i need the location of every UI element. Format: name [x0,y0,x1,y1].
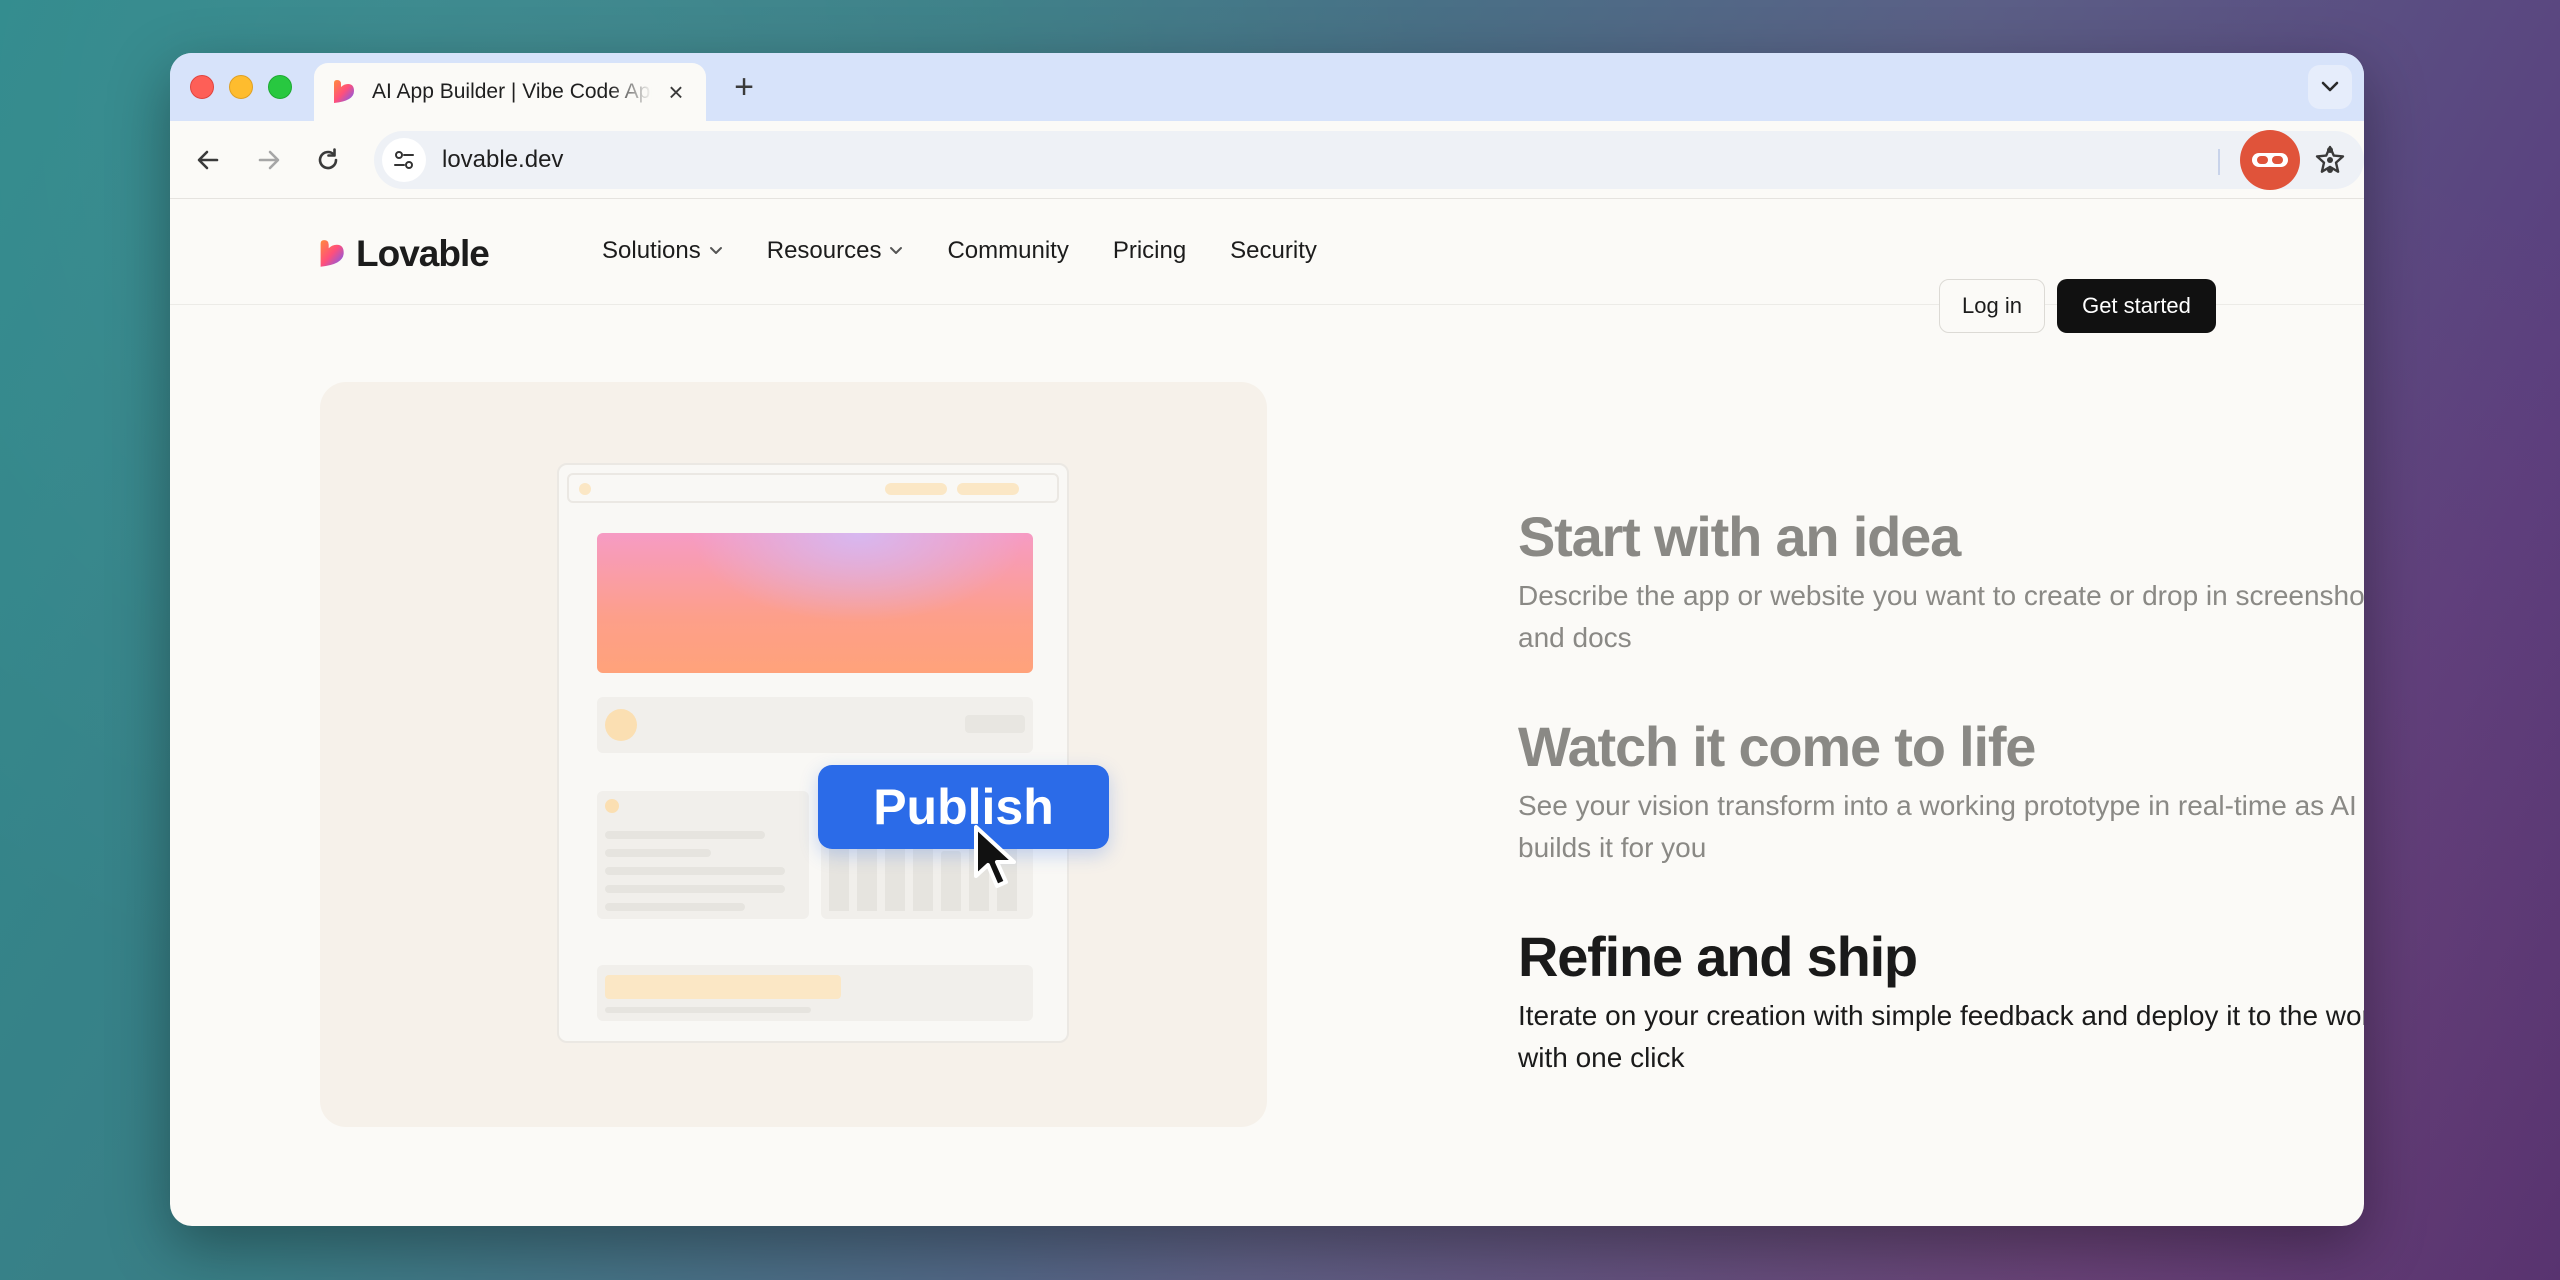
new-tab-icon[interactable]: + [726,68,762,106]
site-info-button[interactable] [382,138,426,182]
nav-item-community[interactable]: Community [947,237,1068,265]
step-item[interactable]: Watch it come to life See your vision tr… [1518,711,2364,869]
nav-item-solutions[interactable]: Solutions [602,237,723,265]
nav-label: Pricing [1112,237,1187,264]
mockup-line [605,903,745,911]
step-item[interactable]: Start with an idea Describe the app or w… [1518,501,2364,659]
maximize-window-button[interactable] [268,75,292,99]
mockup-dot [605,799,619,813]
mockup-footer [597,965,1033,1021]
step-item-active[interactable]: Refine and ship Iterate on your creation… [1518,921,2364,1079]
arrow-left-icon [197,150,219,170]
tab-search-button[interactable] [2308,65,2352,109]
tab-strip: AI App Builder | Vibe Code Apps × + [170,53,2364,121]
tab-title: AI App Builder | Vibe Code Apps [372,80,652,103]
nav-item-pricing[interactable]: Pricing [1113,237,1186,265]
browser-menu-button[interactable] [2310,138,2350,182]
mockup-line [605,849,711,857]
close-window-button[interactable] [190,75,214,99]
toolbar-divider [2218,149,2220,175]
mockup-line [605,831,765,839]
mockup-pill [605,975,841,999]
mockup-row [597,697,1033,753]
nav-item-security[interactable]: Security [1230,237,1317,265]
get-started-button[interactable]: Get started [2057,279,2216,333]
forward-button[interactable] [247,138,291,182]
back-button[interactable] [186,138,230,182]
browser-window: AI App Builder | Vibe Code Apps × + lova… [170,53,2364,1226]
lovable-logo-icon [320,240,344,267]
chevron-down-icon [709,247,722,254]
tune-icon [394,151,414,169]
profile-avatar[interactable] [2240,130,2300,190]
steps-list: Start with an idea Describe the app or w… [1518,501,2364,1131]
main-nav: Solutions Resources Community Pricing Se… [602,231,1361,271]
chevron-down-icon [2321,81,2339,92]
mockup-pill [885,483,947,495]
step-title: Refine and ship [1518,925,1918,988]
reload-icon [318,148,338,170]
mockup-pill [957,483,1019,495]
close-tab-icon[interactable]: × [662,77,690,107]
site-logo[interactable]: Lovable [316,233,490,275]
lovable-favicon-icon [334,80,354,103]
step-title: Start with an idea [1518,505,1961,568]
mockup-text-card [597,791,809,919]
brand-name: Lovable [356,233,490,274]
mockup-top-bar [567,473,1059,503]
login-button[interactable]: Log in [1939,279,2045,333]
minimize-window-button[interactable] [229,75,253,99]
mockup-hero-gradient [597,533,1033,673]
mockup-dot [579,483,591,495]
step-body: Iterate on your creation with simple fee… [1518,1000,2364,1073]
browser-toolbar: lovable.dev [170,121,2364,199]
mockup-avatar [605,709,637,741]
nav-label: Resources [766,237,882,264]
mouse-pointer-icon [974,825,1016,888]
mockup-line [605,885,785,893]
reload-button[interactable] [306,138,350,182]
nav-item-resources[interactable]: Resources [767,237,904,265]
step-body: See your vision transform into a working… [1518,790,2357,863]
url-text: lovable.dev [442,146,564,173]
step-body: Describe the app or website you want to … [1518,580,2364,653]
chevron-down-icon [890,247,903,254]
app-mockup [557,463,1069,1043]
browser-tab[interactable]: AI App Builder | Vibe Code Apps × [314,63,706,121]
more-vertical-icon [2327,147,2333,173]
nav-label: Solutions [602,237,701,264]
address-bar[interactable]: lovable.dev [374,131,2364,189]
mockup-pill [965,715,1025,733]
mockup-bar [829,841,849,911]
mockup-line [605,867,785,875]
mockup-bar [941,851,961,911]
nav-label: Security [1230,237,1317,264]
publish-button: Publish [818,765,1109,849]
mockup-line [605,1007,811,1013]
nav-label: Community [947,237,1069,264]
step-title: Watch it come to life [1518,715,2036,778]
avatar-glasses-icon [2252,153,2288,167]
arrow-right-icon [258,150,280,170]
